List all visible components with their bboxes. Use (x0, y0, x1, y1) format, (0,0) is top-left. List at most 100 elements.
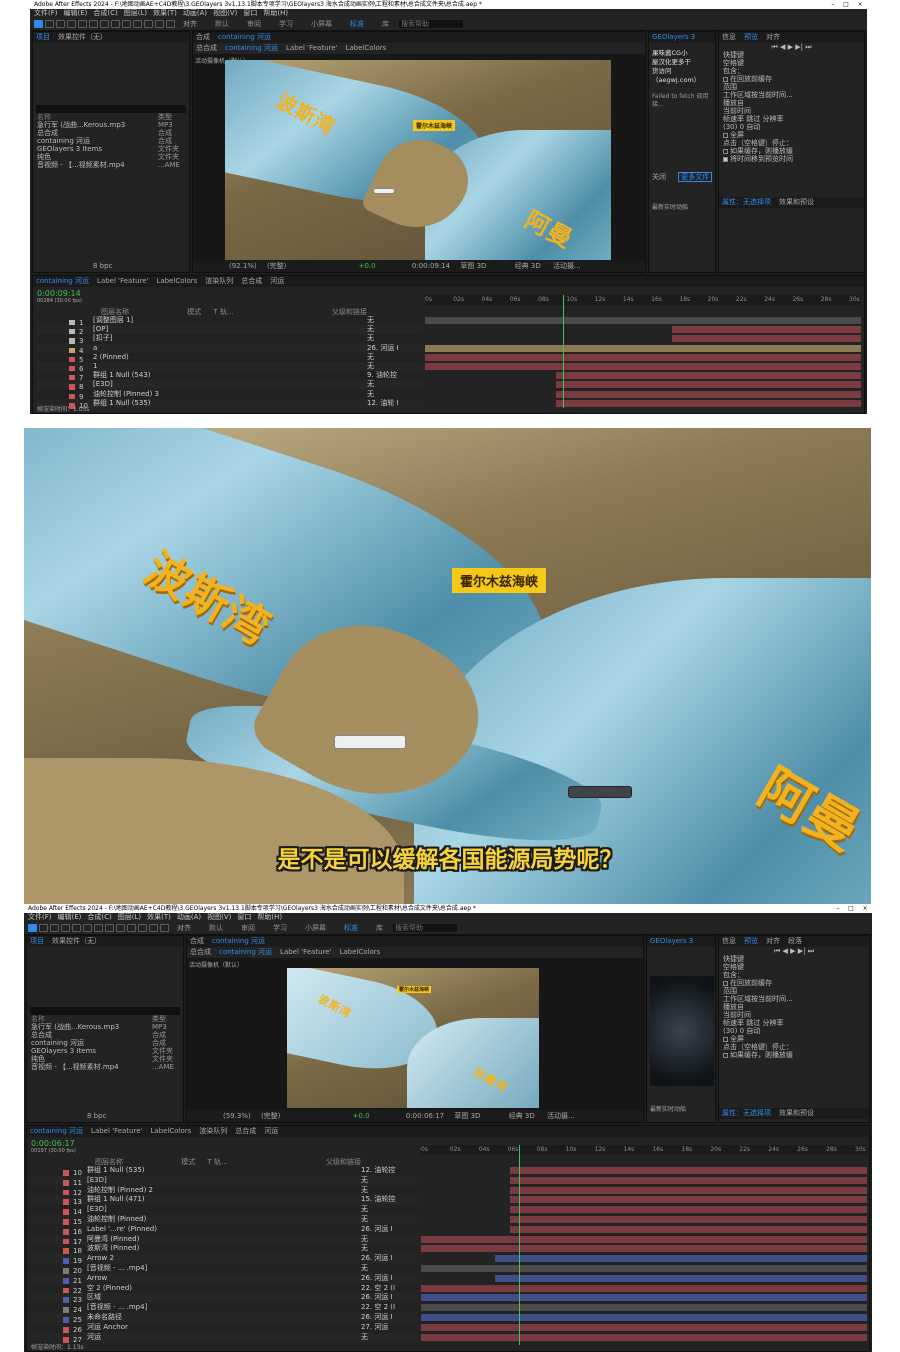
tab-effect-controls[interactable]: 效果控件（无） (58, 33, 107, 41)
current-time[interactable]: 0:00:09:14 (412, 262, 450, 270)
layer-row[interactable]: 9 油轮控制 (Pinned) 3无 (37, 389, 423, 401)
resolution-select[interactable]: 自动 (746, 123, 760, 131)
geolayers-close-button[interactable]: 关闭 (652, 173, 666, 181)
fullscreen-checkbox[interactable]: 全屏 (730, 131, 744, 139)
crumb-main-comp[interactable]: 总合成 (196, 44, 217, 52)
project-item[interactable]: 纯色 文件夹 (27, 1055, 183, 1063)
layer-name[interactable]: Label '...re' (Pinned) (87, 1225, 247, 1234)
menu-item-5[interactable]: 动画(A) (177, 913, 201, 921)
layer-duration-bar[interactable] (510, 1216, 867, 1223)
tab-info-2[interactable]: 信息 (722, 937, 736, 945)
workspace-default-2[interactable]: 默认 (209, 923, 223, 933)
layer-row[interactable]: 8 [E3D] 无 (37, 380, 423, 391)
tab-label-colors[interactable]: LabelColors (345, 44, 386, 52)
menu-item-2[interactable]: 合成(C) (87, 913, 111, 921)
comp-viewport[interactable]: 活动摄像机（默认） 波斯湾 阿曼 霍尔木兹海峡 (193, 54, 645, 261)
playhead-2[interactable] (518, 1145, 520, 1345)
brush-tool-icon-2[interactable] (127, 924, 136, 932)
zoom-tool-icon[interactable] (56, 20, 65, 28)
menu-item-4[interactable]: 效果(T) (153, 9, 177, 17)
layer-name[interactable]: 区域 (87, 1293, 247, 1302)
layer-row[interactable]: 7 群组 1 Null (543) 9. 油轮控 (37, 371, 423, 382)
hand-tool-icon-2[interactable] (39, 924, 48, 932)
layer-parent[interactable]: 无 (367, 325, 374, 334)
layer-row[interactable]: 2 [OP] 无 (37, 325, 423, 336)
layer-duration-bar[interactable] (495, 1255, 867, 1263)
layer-parent[interactable]: 27. 河运 (361, 1323, 388, 1332)
workspace-library-2[interactable]: 库 (376, 923, 383, 933)
layer-parent[interactable]: 无 (367, 362, 374, 371)
skip-field[interactable]: 0 (740, 123, 744, 131)
menu-item-0[interactable]: 文件(F) (28, 913, 52, 921)
layer-parent[interactable]: 无 (361, 1333, 368, 1342)
zoom-dropdown[interactable]: (92.1%) (229, 262, 257, 270)
layer-duration-bar[interactable] (425, 363, 861, 370)
cache-play-option[interactable]: 如果缓存，则播放缓 (730, 147, 793, 155)
workspace-review-2[interactable]: 审阅 (241, 923, 255, 933)
workspace-standard[interactable]: 标准 (350, 19, 364, 29)
layer-row[interactable]: 12 油轮控制 (Pinned) 2无 (31, 1185, 417, 1197)
comp-tab-name-2[interactable]: containing 河运 (212, 937, 265, 945)
close-icon[interactable]: × (858, 0, 863, 9)
3d-view-dropdown-2[interactable]: 经典 3D (509, 1112, 535, 1120)
layer-parent[interactable]: 15. 油轮控 (361, 1195, 395, 1204)
3d-view-dropdown[interactable]: 经典 3D (515, 262, 541, 270)
timeline-tab-0[interactable]: containing 河运 (36, 277, 89, 285)
brush-tool-icon[interactable] (133, 20, 142, 28)
quality-dropdown-2[interactable]: (完整) (261, 1112, 280, 1120)
exposure-value-2[interactable]: +0.0 (353, 1112, 370, 1120)
fps-select-2[interactable]: (30) (723, 1027, 737, 1035)
workspace-default[interactable]: 默认 (215, 19, 229, 29)
project-item[interactable]: 总合成 合成 (27, 1031, 183, 1039)
layer-duration-bar[interactable] (421, 1304, 867, 1312)
layer-name[interactable]: 群组 1 Null (535) (87, 1166, 247, 1175)
timeline-tab-1[interactable]: Label 'Feature' (91, 1127, 142, 1135)
layer-row[interactable]: 61无 (37, 362, 423, 373)
comp-viewport-2[interactable]: 活动摄像机（默认） 波斯湾 阿曼湾 霍尔木兹海峡 (187, 958, 643, 1111)
layer-duration-bar[interactable] (555, 390, 861, 398)
layer-name[interactable]: 1 (93, 362, 253, 371)
layer-duration-bar[interactable] (510, 1206, 867, 1214)
menu-item-6[interactable]: 视图(V) (207, 913, 231, 921)
layer-row[interactable]: 23 区域 26. 河运 I (31, 1293, 417, 1304)
crumb-containing-2[interactable]: containing 河运 (219, 948, 272, 956)
project-item[interactable]: GEOlayers 3 Items 文件夹 (33, 145, 189, 153)
bpc-label[interactable]: 8 bpc (93, 262, 112, 270)
layer-duration-bar[interactable] (672, 335, 861, 343)
tab-label-feature-2[interactable]: Label 'Feature' (280, 948, 331, 956)
layer-name[interactable]: [调整图层 1] (93, 316, 253, 325)
layer-parent[interactable]: 9. 油轮控 (367, 371, 397, 380)
workspace-library[interactable]: 库 (382, 19, 389, 29)
timeline-current-time-2[interactable]: 0:00:06:17 (31, 1139, 76, 1148)
layer-row[interactable]: 13 群组 1 Null (471) 15. 油轮控 (31, 1195, 417, 1206)
timeline-tab-5[interactable]: 河运 (264, 1127, 278, 1135)
layer-row[interactable]: 16 Label '...re' (Pinned) 26. 河运 I (31, 1224, 417, 1236)
layer-duration-bar[interactable] (425, 317, 861, 324)
layer-parent[interactable]: 22. 空 2 (I (361, 1284, 395, 1293)
resolution-select-2[interactable]: 自动 (746, 1027, 760, 1035)
mask-tool-icon-2[interactable] (94, 924, 103, 932)
menu-item-7[interactable]: 窗口 (237, 913, 251, 921)
layer-row[interactable]: 14 [E3D] 无 (31, 1205, 417, 1216)
crumb-containing[interactable]: containing 河运 (225, 44, 278, 52)
project-item[interactable]: 总合成 合成 (33, 129, 189, 137)
stamp-tool-icon[interactable] (144, 20, 153, 28)
layer-row[interactable]: 10 群组 1 Null (535) 12. 油轮控 (31, 1166, 417, 1177)
layer-name[interactable]: 河运 (87, 1333, 247, 1342)
workspace-small[interactable]: 小屏幕 (311, 19, 332, 29)
tab-geolayers[interactable]: GEOlayers 3 (652, 33, 695, 41)
skip-field-2[interactable]: 0 (740, 1027, 744, 1035)
tab-geolayers-2[interactable]: GEOlayers 3 (650, 937, 693, 945)
layer-duration-bar[interactable] (555, 372, 861, 380)
layer-row[interactable]: 25 未命名路径 26. 河运 I (31, 1313, 417, 1324)
layer-duration-bar[interactable] (421, 1314, 867, 1321)
project-item[interactable]: 急行军 (战曲...Kerous.mp3 MP3 (27, 1023, 183, 1031)
layer-name[interactable]: 油轮控制 (Pinned) 3 (93, 390, 253, 399)
layer-parent[interactable]: 22. 空 2 (I (361, 1303, 395, 1312)
layer-row[interactable]: 19 Arrow 2 26. 河运 I (31, 1254, 417, 1265)
play-from-select-2[interactable]: 当前时间 (719, 1011, 869, 1019)
type-tool-icon[interactable] (122, 20, 131, 28)
timeline-current-time[interactable]: 0:00:09:14 (37, 289, 82, 298)
layer-name[interactable]: 油轮控制 (Pinned) 2 (87, 1186, 247, 1195)
zoom-tool-icon-2[interactable] (50, 924, 59, 932)
